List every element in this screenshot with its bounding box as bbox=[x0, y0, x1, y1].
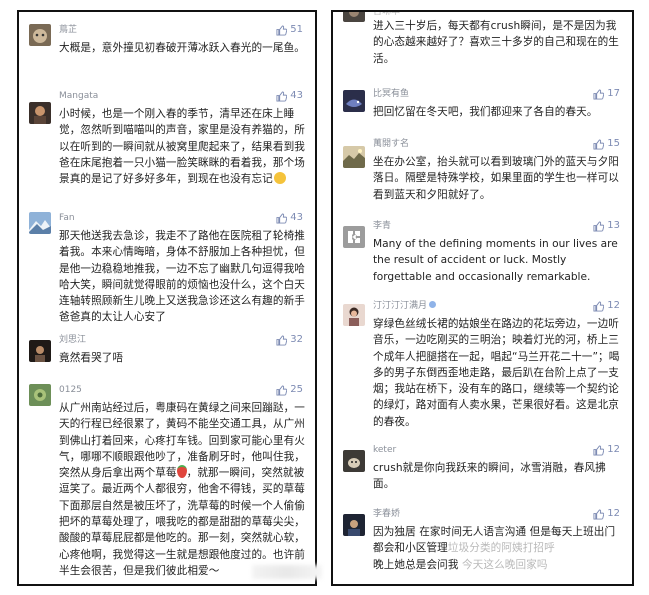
comment-item: 蔦芷 51 大概是，意外撞见初春破开薄冰跃入春光的一尾鱼。 bbox=[27, 24, 309, 84]
avatar[interactable] bbox=[29, 102, 51, 124]
comment-item: 0125 25 从广州南站经过后，粤康码在黄绿之间来回蹦跶，一天的行程已经很累了… bbox=[27, 384, 309, 584]
avatar[interactable] bbox=[29, 340, 51, 362]
thumbs-up-icon bbox=[593, 300, 605, 312]
avatar[interactable] bbox=[29, 212, 51, 234]
avatar[interactable] bbox=[343, 304, 365, 326]
username[interactable]: 0125 bbox=[59, 384, 82, 396]
strawberry-emoji-icon bbox=[176, 465, 187, 479]
like-count: 51 bbox=[290, 24, 303, 35]
like-count: 32 bbox=[290, 334, 303, 345]
comment-item: 李春娇 12 因为独居 在家时间无人语言沟通 但是每天上班出门都会和小区管理垃圾… bbox=[341, 508, 626, 584]
comment-text: 穿绿色丝绒长裙的姑娘坐在路边的花坛旁边，一边听音乐，一边吃刚买的三明治；映着灯光… bbox=[373, 318, 620, 428]
comment-text: 坐在办公室，抬头就可以看到玻璃门外的蓝天与夕阳落日。隔壁是特殊学校，如果里面的学… bbox=[373, 156, 619, 201]
username[interactable]: 李青 bbox=[373, 220, 391, 232]
like-count: 12 bbox=[607, 300, 620, 311]
like-count: 12 bbox=[607, 508, 620, 519]
comment-panel-right: 吉琳本 进入三十岁后，每天都有crush瞬间，是不是因为我的心态越来越好了？喜欢… bbox=[331, 10, 634, 586]
avatar[interactable] bbox=[343, 226, 365, 248]
thumbs-up-icon bbox=[593, 444, 605, 456]
username[interactable]: 刘思江 bbox=[59, 334, 86, 346]
comment-text: crush就是你向我跃来的瞬间，冰雪消融，春风拂面。 bbox=[373, 462, 606, 491]
like-button[interactable]: 51 bbox=[276, 24, 303, 36]
comment-item: 吉琳本 进入三十岁后，每天都有crush瞬间，是不是因为我的心态越来越好了？喜欢… bbox=[341, 12, 626, 70]
thumbs-up-icon bbox=[276, 334, 288, 346]
thumbs-up-icon bbox=[593, 220, 605, 232]
comment-item: 汀汀汀汀满月 12 穿绿色丝绒长裙的姑娘坐在路边的花坛旁边，一边听音乐，一边吃刚… bbox=[341, 300, 626, 440]
username[interactable]: 蔦芷 bbox=[59, 24, 77, 36]
avatar[interactable] bbox=[343, 12, 365, 22]
username[interactable]: 吉琳本 bbox=[373, 12, 400, 18]
comment-text: 进入三十岁后，每天都有crush瞬间，是不是因为我的心态越来越好了？喜欢三十多岁… bbox=[373, 20, 619, 65]
avatar[interactable] bbox=[29, 384, 51, 406]
like-button[interactable]: 12 bbox=[593, 444, 620, 456]
like-button[interactable]: 17 bbox=[593, 88, 620, 100]
comment-item: keter 12 crush就是你向我跃来的瞬间，冰雪消融，春风拂面。 bbox=[341, 444, 626, 504]
comment-text: 大概是，意外撞见初春破开薄冰跃入春光的一尾鱼。 bbox=[59, 42, 305, 54]
like-count: 12 bbox=[607, 444, 620, 455]
like-count: 15 bbox=[607, 138, 620, 149]
comment-text: 那天他送我去急诊，我走不了路他在医院租了轮椅推着我。本来心情晦暗，身体不舒服加上… bbox=[59, 230, 305, 324]
thumbs-up-icon bbox=[593, 508, 605, 520]
avatar[interactable] bbox=[343, 90, 365, 112]
laughing-emoji-icon bbox=[273, 172, 286, 185]
comment-text: Many of the defining moments in our live… bbox=[373, 238, 618, 283]
comment-text-part: 垃圾分类的阿姨打招呼 bbox=[447, 542, 555, 555]
thumbs-up-icon bbox=[276, 24, 288, 36]
comment-item: 比冥有鱼 17 把回忆留在冬天吧，我们都迎来了各自的春天。 bbox=[341, 88, 626, 128]
like-button[interactable]: 43 bbox=[276, 90, 303, 102]
thumbs-up-icon bbox=[593, 138, 605, 150]
like-count: 17 bbox=[607, 88, 620, 99]
thumbs-up-icon bbox=[593, 88, 605, 100]
like-count: 43 bbox=[290, 212, 303, 223]
like-button[interactable]: 32 bbox=[276, 334, 303, 346]
like-button[interactable]: 13 bbox=[593, 220, 620, 232]
username-text: 汀汀汀汀满月 bbox=[373, 301, 428, 311]
like-button[interactable]: 25 bbox=[276, 384, 303, 396]
username[interactable]: Mangata bbox=[59, 90, 98, 102]
comment-item: 刘思江 32 竟然看哭了唔 bbox=[27, 334, 309, 374]
like-count: 25 bbox=[290, 384, 303, 395]
avatar[interactable] bbox=[343, 514, 365, 536]
comment-text: 竟然看哭了唔 bbox=[59, 352, 124, 364]
comment-panel-left: 蔦芷 51 大概是，意外撞见初春破开薄冰跃入春光的一尾鱼。 Mangata 43… bbox=[17, 10, 317, 586]
comment-item: 李青 13 Many of the defining moments in ou… bbox=[341, 220, 626, 296]
avatar[interactable] bbox=[29, 24, 51, 46]
username[interactable]: 萬開す名 bbox=[373, 138, 409, 150]
comment-item: Mangata 43 小时候，也是一个刚入春的季节，清早还在床上睡觉，忽然听到喵… bbox=[27, 90, 309, 210]
like-button[interactable]: 12 bbox=[593, 300, 620, 312]
blurred-overlay bbox=[252, 565, 322, 579]
like-count: 43 bbox=[290, 90, 303, 101]
thumbs-up-icon bbox=[276, 212, 288, 224]
comment-text: 把回忆留在冬天吧，我们都迎来了各自的春天。 bbox=[373, 106, 598, 118]
username[interactable]: 李春娇 bbox=[373, 508, 400, 520]
comment-item: Fan 43 那天他送我去急诊，我走不了路他在医院租了轮椅推着我。本来心情晦暗，… bbox=[27, 212, 309, 332]
comment-text-body: 小时候，也是一个刚入春的季节，清早还在床上睡觉，忽然听到喵喵叫的声音，家里是没有… bbox=[59, 108, 305, 186]
like-button[interactable]: 15 bbox=[593, 138, 620, 150]
like-count: 13 bbox=[607, 220, 620, 231]
verified-icon bbox=[429, 301, 437, 308]
username[interactable]: Fan bbox=[59, 212, 75, 224]
username[interactable]: keter bbox=[373, 444, 396, 456]
avatar[interactable] bbox=[343, 450, 365, 472]
comment-text-part: 晚上她总是会问我 bbox=[373, 558, 459, 571]
like-button[interactable]: 43 bbox=[276, 212, 303, 224]
comment-text-part: 今天这么晚回家吗 bbox=[462, 558, 548, 571]
avatar[interactable] bbox=[343, 146, 365, 168]
comment-item: 萬開す名 15 坐在办公室，抬头就可以看到玻璃门外的蓝天与夕阳落日。隔壁是特殊学… bbox=[341, 138, 626, 210]
like-button[interactable]: 12 bbox=[593, 508, 620, 520]
comment-text-part: ，就那一瞬间，突然就被逗笑了。最近两个人都很穷，他舍不得钱，买的草莓下面那层自然… bbox=[59, 467, 305, 577]
comment-text: 因为独居 在家时间无人语言沟通 但是每天上班出门都会和小区管理垃圾分类的阿姨打招… bbox=[373, 524, 624, 573]
thumbs-up-icon bbox=[276, 90, 288, 102]
comment-text: 从广州南站经过后，粤康码在黄绿之间来回蹦跶，一天的行程已经很累了，黄码不能坐交通… bbox=[59, 400, 307, 579]
username[interactable]: 比冥有鱼 bbox=[373, 88, 409, 100]
username[interactable]: 汀汀汀汀满月 bbox=[373, 300, 437, 312]
comment-text: 小时候，也是一个刚入春的季节，清早还在床上睡觉，忽然听到喵喵叫的声音，家里是没有… bbox=[59, 106, 307, 187]
thumbs-up-icon bbox=[276, 384, 288, 396]
